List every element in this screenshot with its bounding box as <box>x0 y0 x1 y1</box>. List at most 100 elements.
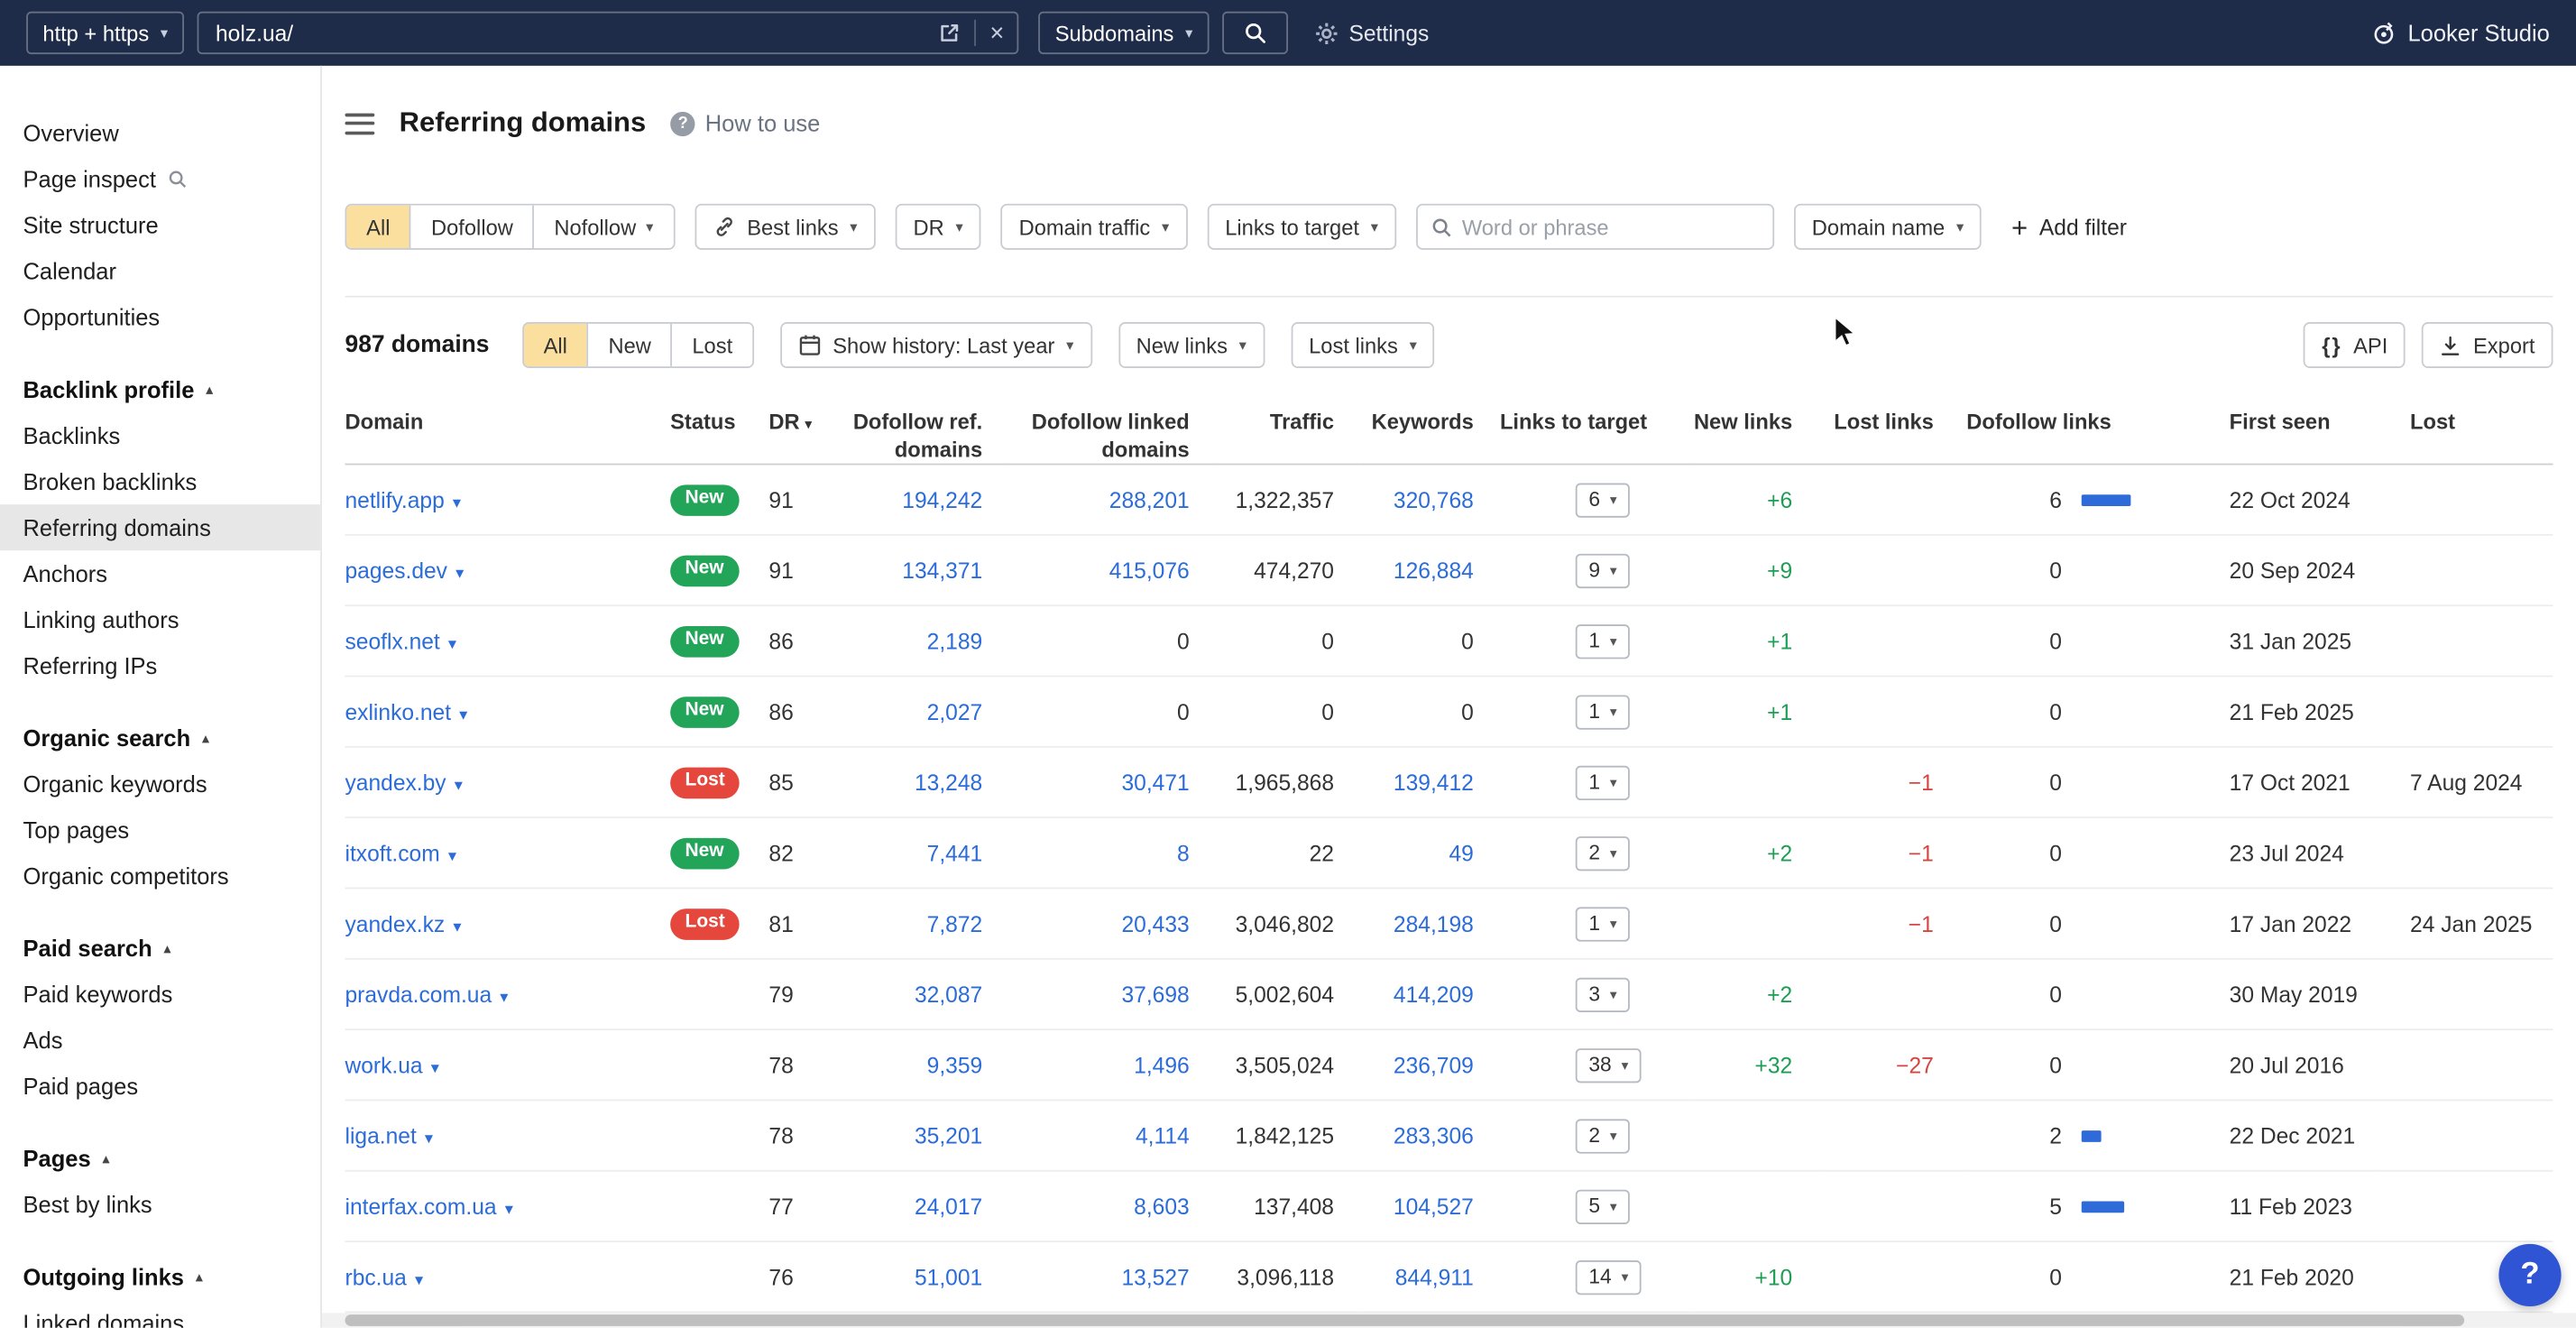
sidebar-item-opportunities[interactable]: Opportunities <box>0 294 320 340</box>
dofollow-ref-domains-value[interactable]: 7,441 <box>927 841 983 865</box>
keywords-value[interactable]: 844,911 <box>1395 1265 1474 1289</box>
keywords-value[interactable]: 320,768 <box>1394 487 1474 512</box>
new-links-value[interactable]: +9 <box>1690 535 1825 605</box>
dofollow-ref-domains-value[interactable]: 51,001 <box>915 1265 982 1289</box>
keywords-value[interactable]: 284,198 <box>1394 911 1474 936</box>
sidebar-group-backlink-profile[interactable]: Backlink profile▴ <box>0 366 320 412</box>
search-button[interactable] <box>1222 12 1288 54</box>
col-dofollow-links[interactable]: Dofollow links <box>1964 398 2180 465</box>
links-to-target-select[interactable]: 2▾ <box>1576 835 1631 870</box>
dofollow-linked-domains-value[interactable]: 1,496 <box>1134 1053 1190 1077</box>
scrollbar-thumb[interactable] <box>345 1314 2465 1326</box>
sidebar-item-broken-backlinks[interactable]: Broken backlinks <box>0 458 320 504</box>
sidebar-item-paid-keywords[interactable]: Paid keywords <box>0 971 320 1017</box>
new-links-dropdown[interactable]: New links▾ <box>1118 322 1265 368</box>
keywords-value[interactable]: 283,306 <box>1394 1123 1474 1148</box>
dofollow-ref-domains-value[interactable]: 35,201 <box>915 1123 982 1148</box>
domain-link[interactable]: itxoft.com <box>345 841 440 865</box>
sidebar-item-page-inspect[interactable]: Page inspect <box>0 156 320 202</box>
new-links-value[interactable]: +1 <box>1690 677 1825 747</box>
new-links-value[interactable]: +2 <box>1690 817 1825 888</box>
links-to-target-select[interactable]: 1▾ <box>1576 907 1631 941</box>
target-url-input[interactable] <box>216 21 939 45</box>
help-button[interactable]: ? <box>2498 1244 2561 1306</box>
dr-filter-dropdown[interactable]: DR▾ <box>895 204 980 250</box>
links-to-target-select[interactable]: 5▾ <box>1576 1189 1631 1223</box>
sidebar-item-backlinks[interactable]: Backlinks <box>0 412 320 458</box>
col-domain[interactable]: Domain <box>345 398 658 465</box>
lost-links-value[interactable]: −1 <box>1826 747 1964 817</box>
dofollow-ref-domains-value[interactable]: 13,248 <box>915 770 982 794</box>
col-links-to-target[interactable]: Links to target <box>1500 398 1690 465</box>
col-first-seen[interactable]: First seen <box>2180 398 2378 465</box>
new-links-value[interactable]: +32 <box>1690 1029 1825 1100</box>
sidebar-group-organic-search[interactable]: Organic search▴ <box>0 715 320 761</box>
chevron-down-icon[interactable]: ▾ <box>455 565 464 583</box>
segment-new[interactable]: New <box>587 324 671 366</box>
links-to-target-select[interactable]: 1▾ <box>1576 623 1631 658</box>
looker-studio-link[interactable]: Looker Studio <box>2370 20 2550 46</box>
dofollow-ref-domains-value[interactable]: 2,027 <box>927 699 983 724</box>
sidebar-item-organic-keywords[interactable]: Organic keywords <box>0 761 320 807</box>
new-links-value[interactable]: +6 <box>1690 465 1825 535</box>
keywords-value[interactable]: 139,412 <box>1394 770 1474 794</box>
domain-link[interactable]: interfax.com.ua <box>345 1194 497 1218</box>
external-link-icon[interactable] <box>939 22 962 45</box>
dofollow-linked-domains-value[interactable]: 415,076 <box>1109 558 1190 582</box>
chevron-down-icon[interactable]: ▾ <box>455 777 463 795</box>
dofollow-ref-domains-value[interactable]: 194,242 <box>902 487 982 512</box>
domain-link[interactable]: seoflx.net <box>345 629 440 653</box>
dofollow-ref-domains-value[interactable]: 32,087 <box>915 982 982 1006</box>
sidebar-item-calendar[interactable]: Calendar <box>0 248 320 294</box>
dofollow-linked-domains-value[interactable]: 8 <box>1177 841 1190 865</box>
dofollow-linked-domains-value[interactable]: 20,433 <box>1121 911 1189 936</box>
domain-link[interactable]: work.ua <box>345 1053 423 1077</box>
links-to-target-select[interactable]: 2▾ <box>1576 1118 1631 1152</box>
export-button[interactable]: Export <box>2423 322 2553 368</box>
sidebar-item-paid-pages[interactable]: Paid pages <box>0 1063 320 1109</box>
chevron-down-icon[interactable]: ▾ <box>505 1201 513 1219</box>
scope-dropdown[interactable]: Subdomains ▾ <box>1039 12 1210 54</box>
chevron-down-icon[interactable]: ▾ <box>500 989 508 1007</box>
dofollow-linked-domains-value[interactable]: 13,527 <box>1121 1265 1189 1289</box>
menu-icon[interactable] <box>345 113 375 134</box>
keywords-value[interactable]: 104,527 <box>1394 1194 1474 1218</box>
sidebar-item-referring-domains[interactable]: Referring domains <box>0 504 320 550</box>
sidebar-group-paid-search[interactable]: Paid search▴ <box>0 925 320 971</box>
dofollow-linked-domains-value[interactable]: 8,603 <box>1134 1194 1190 1218</box>
domain-link[interactable]: pages.dev <box>345 558 447 582</box>
lost-links-value[interactable]: −1 <box>1826 888 1964 958</box>
domain-traffic-dropdown[interactable]: Domain traffic▾ <box>1001 204 1188 250</box>
sidebar-item-linked-domains[interactable]: Linked domains <box>0 1300 320 1328</box>
domain-link[interactable]: exlinko.net <box>345 699 452 724</box>
col-keywords[interactable]: Keywords <box>1360 398 1500 465</box>
lost-links-dropdown[interactable]: Lost links▾ <box>1291 322 1435 368</box>
lost-links-value[interactable]: −1 <box>1826 817 1964 888</box>
sidebar-group-outgoing-links[interactable]: Outgoing links▴ <box>0 1254 320 1300</box>
keywords-value[interactable]: 126,884 <box>1394 558 1474 582</box>
chevron-down-icon[interactable]: ▾ <box>453 918 461 936</box>
segment-all[interactable]: All <box>346 206 409 248</box>
chevron-down-icon[interactable]: ▾ <box>453 493 461 512</box>
dofollow-ref-domains-value[interactable]: 134,371 <box>902 558 982 582</box>
dofollow-ref-domains-value[interactable]: 2,189 <box>927 629 983 653</box>
chevron-down-icon[interactable]: ▾ <box>448 847 456 865</box>
settings-button[interactable]: Settings <box>1314 21 1429 45</box>
chevron-down-icon[interactable]: ▾ <box>415 1271 423 1289</box>
keywords-value[interactable]: 49 <box>1449 841 1473 865</box>
sidebar-item-best-by-links[interactable]: Best by links <box>0 1182 320 1228</box>
dofollow-linked-domains-value[interactable]: 288,201 <box>1109 487 1190 512</box>
sidebar-item-referring-ips[interactable]: Referring IPs <box>0 642 320 688</box>
col-dofollow-linked-domains[interactable]: Dofollow linked domains <box>1008 398 1216 465</box>
col-traffic[interactable]: Traffic <box>1216 398 1360 465</box>
segment-all-status[interactable]: All <box>524 324 587 366</box>
domain-link[interactable]: rbc.ua <box>345 1265 407 1289</box>
col-dofollow-ref-domains[interactable]: Dofollow ref. domains <box>828 398 1008 465</box>
show-history-dropdown[interactable]: Show history: Last year ▾ <box>780 322 1091 368</box>
word-or-phrase-input[interactable] <box>1462 215 1760 239</box>
links-to-target-select[interactable]: 1▾ <box>1576 695 1631 729</box>
segment-nofollow[interactable]: Nofollow▾ <box>533 206 674 248</box>
links-to-target-dropdown[interactable]: Links to target▾ <box>1207 204 1396 250</box>
dofollow-linked-domains-value[interactable]: 4,114 <box>1136 1123 1190 1148</box>
dofollow-ref-domains-value[interactable]: 7,872 <box>927 911 983 936</box>
